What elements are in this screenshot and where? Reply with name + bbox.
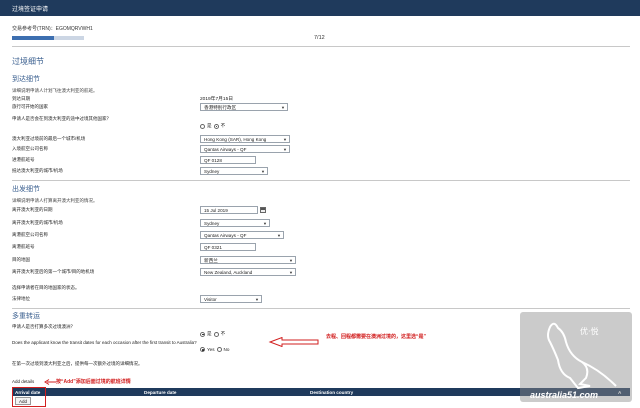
know-dates-yes-label: Yes [207, 347, 215, 352]
annotation-highlight-box [12, 387, 46, 407]
progress-fill [12, 36, 54, 40]
departure-city-label: 离开澳大利亚的城市/机场 [12, 220, 63, 225]
departure-flight-label: 离港航班号 [12, 244, 35, 249]
arrival-city-label: 抵达澳大利亚的城市/机场 [12, 168, 63, 173]
status-label: 选择申请者在目的地国家的状态。 [12, 285, 80, 290]
divider [12, 180, 630, 181]
arrival-date-label: 到达日期 [12, 96, 30, 101]
chevron-down-icon: ▼ [277, 233, 281, 238]
departure-title: 出发细节 [12, 186, 40, 193]
know-dates-radio-group: Yes No [200, 347, 229, 352]
multiple-radio-group: 是 不 [200, 331, 225, 337]
departure-airline-value: Qantas Airways - QF [204, 233, 247, 238]
destination-select[interactable]: 新西兰 ▼ [200, 256, 296, 264]
column-departure-date: Departure date [144, 389, 177, 395]
chevron-down-icon: ▼ [261, 169, 265, 174]
start-country-label: 旅行可开始的国家 [12, 104, 48, 109]
legal-status-value: Visitor [204, 297, 217, 302]
arrival-airline-label: 入境航空公司名称 [12, 146, 48, 151]
progress-bar [12, 36, 84, 40]
chevron-down-icon: ▼ [255, 297, 259, 302]
kangaroo-icon: 优·悦 [547, 322, 617, 390]
multiple-title: 多重转运 [12, 313, 40, 320]
annotation-arrow-icon [268, 337, 319, 347]
last-city-select[interactable]: Hong Kong (SAR), Hong Kong ▼ [200, 135, 290, 143]
annotation-arrow-small-icon [44, 379, 56, 385]
other-country-yes-label: 是 [207, 123, 212, 128]
chevron-down-icon: ▼ [289, 270, 293, 275]
window-title-bar: 过境签证申请 [0, 0, 640, 16]
arrival-airline-value: Qantas Airways - QF [204, 147, 247, 152]
arrival-date-value: 2019年7月15日 [200, 97, 234, 102]
watermark-logo: 优·悦 [520, 312, 632, 402]
arrival-city-select[interactable]: Sydney ▼ [200, 167, 268, 175]
annotation-note-2: 按“Add”添加后面过境的航班详情 [56, 379, 131, 385]
divider [12, 308, 630, 309]
svg-text:优·悦: 优·悦 [580, 326, 599, 336]
departure-flight-input[interactable]: QF 0321 [200, 243, 256, 251]
arrival-description: 详细说明申请人计划飞往澳大利亚的航班。 [12, 88, 98, 93]
chevron-down-icon: ▼ [263, 221, 267, 226]
section-title: 过境细节 [12, 57, 44, 66]
page-counter: 7/12 [314, 35, 325, 41]
multiple-yes-label: 是 [207, 331, 212, 336]
other-country-label: 申请人是否会在到澳大利亚的途中过境其他国家？ [12, 116, 111, 121]
departure-airline-select[interactable]: Qantas Airways - QF ▼ [200, 231, 284, 239]
arrival-airline-select[interactable]: Qantas Airways - QF ▼ [200, 145, 290, 153]
last-city-label: 澳大利亚过境前的最后一个城市/机场 [12, 136, 86, 141]
chevron-down-icon: ▼ [283, 137, 287, 142]
chevron-down-icon: ▼ [289, 258, 293, 263]
departure-airline-label: 离港航空公司名称 [12, 232, 48, 237]
other-country-yes-radio[interactable] [200, 123, 205, 129]
add-details-label: Add details [12, 379, 35, 384]
annotation-note-1: 去程、回程都需要在澳洲过境的，这里选“是” [326, 334, 427, 340]
departure-date-label: 离开澳大利亚的日期 [12, 207, 53, 212]
trn-label: 交易参考号(TRN)：EGOMQRVWH1 [12, 26, 93, 32]
departure-date-input[interactable]: 15 Jul 2019 [200, 206, 258, 214]
arrival-flight-label: 进港航班号 [12, 157, 35, 162]
arrival-flight-input[interactable]: QF 0128 [200, 156, 256, 164]
first-city-select[interactable]: New Zealand, Auckland ▼ [200, 268, 296, 276]
other-country-no-radio[interactable] [213, 123, 219, 129]
departure-description: 详细说明申请人打算离开澳大利亚的情况。 [12, 198, 98, 203]
know-dates-no-label: No [223, 347, 230, 352]
know-dates-no-radio[interactable] [216, 347, 222, 352]
arrival-title: 到达细节 [12, 76, 40, 83]
start-country-select[interactable]: 香港特别行政区 ▼ [200, 103, 288, 111]
multiple-question-label: 申请人是否打算多次过境澳洲？ [12, 324, 75, 329]
window-title: 过境签证申请 [12, 7, 49, 13]
departure-city-select[interactable]: Sydney ▼ [200, 219, 270, 227]
multiple-no-label: 不 [220, 331, 226, 336]
know-dates-label: Does the applicant know the transit date… [12, 340, 197, 345]
first-city-label: 离开澳大利亚后的第一个城市/目的地机场 [12, 269, 95, 274]
know-dates-yes-radio[interactable] [200, 347, 205, 352]
instruction-text: 在第一次过境到澳大利亚之后，提供每一次额外过境的详细情况。 [12, 361, 143, 366]
departure-city-value: Sydney [204, 221, 220, 226]
multiple-yes-radio[interactable] [200, 331, 205, 337]
legal-status-label: 法律地位 [12, 296, 30, 301]
chevron-down-icon: ▼ [283, 147, 287, 152]
column-destination-country: Destination country [310, 389, 354, 395]
destination-value: 新西兰 [204, 258, 218, 263]
multiple-no-radio[interactable] [213, 331, 219, 337]
start-country-value: 香港特别行政区 [204, 105, 237, 110]
watermark-url: australia51.com [530, 390, 599, 400]
legal-status-select[interactable]: Visitor ▼ [200, 295, 262, 303]
last-city-value: Hong Kong (SAR), Hong Kong [204, 137, 267, 142]
first-city-value: New Zealand, Auckland [204, 270, 253, 275]
arrival-city-value: Sydney [204, 169, 220, 174]
chevron-down-icon: ▼ [281, 105, 285, 110]
divider [12, 46, 630, 47]
destination-label: 目的地国 [12, 257, 30, 262]
other-country-no-label: 不 [220, 123, 226, 128]
other-country-radio-group: 是 不 [200, 123, 225, 129]
calendar-icon[interactable] [260, 207, 266, 213]
